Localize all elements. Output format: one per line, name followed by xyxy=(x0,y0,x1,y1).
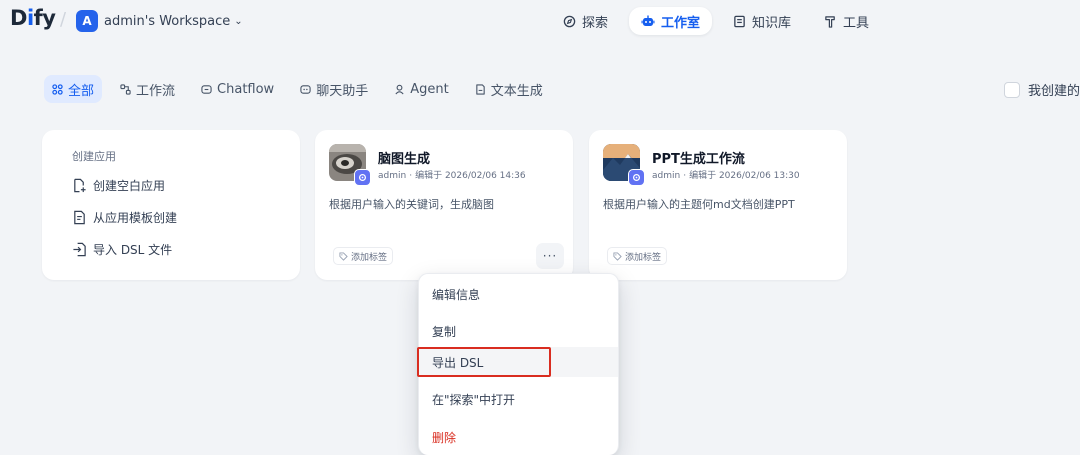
app-name: 脑图生成 xyxy=(378,152,431,167)
nav-studio[interactable]: 工作室 xyxy=(629,7,713,35)
more-horizontal-icon: ··· xyxy=(542,249,558,263)
app-description: 根据用户输入的主题何md文档创建PPT xyxy=(603,198,795,211)
app-description: 根据用户输入的关键词，生成脑图 xyxy=(329,198,494,211)
workflow-badge-icon xyxy=(354,169,371,186)
file-plus-icon xyxy=(74,178,86,192)
app-context-menu: 编辑信息 复制 导出 DSL 在"探索"中打开 删除 xyxy=(418,273,619,455)
document-icon xyxy=(475,83,485,95)
created-by-me-filter[interactable]: 我创建的 xyxy=(1004,80,1080,99)
tab-agent[interactable]: Agent xyxy=(386,75,456,103)
chat-flow-icon xyxy=(201,84,212,94)
create-blank-app-button[interactable]: 创建空白应用 xyxy=(72,176,300,194)
menu-item-duplicate[interactable]: 复制 xyxy=(419,316,618,346)
compass-icon xyxy=(563,15,576,27)
menu-item-edit-info[interactable]: 编辑信息 xyxy=(419,279,618,309)
app-card[interactable]: PPT生成工作流 admin · 编辑于 2026/02/06 13:30 根据用户… xyxy=(589,130,847,280)
add-tag-button[interactable]: 添加标签 xyxy=(607,247,668,265)
app-type-filter: 全部 工作流 Chatflow 聊天助手 Agent 文本生成 xyxy=(44,75,561,103)
agent-icon xyxy=(395,84,404,94)
workflow-badge-icon xyxy=(628,169,645,186)
menu-item-delete[interactable]: 删除 xyxy=(419,422,618,452)
grid-icon xyxy=(52,83,63,95)
create-from-template-button[interactable]: 从应用模板创建 xyxy=(72,208,300,226)
tab-chatflow[interactable]: Chatflow xyxy=(193,75,282,103)
created-by-me-checkbox[interactable] xyxy=(1004,81,1020,98)
breadcrumb-separator: / xyxy=(60,9,67,30)
app-card[interactable]: 脑图生成 admin · 编辑于 2026/02/06 14:36 根据用户输入的关… xyxy=(315,130,573,280)
menu-item-open-in-explore[interactable]: 在"探索"中打开 xyxy=(419,384,618,414)
app-icon xyxy=(603,144,645,186)
app-name: PPT生成工作流 xyxy=(652,152,745,167)
workspace-avatar: A xyxy=(76,10,98,32)
tab-completion[interactable]: 文本生成 xyxy=(467,75,551,103)
chat-bubble-icon xyxy=(300,84,311,94)
more-options-button[interactable]: ··· xyxy=(536,243,564,269)
add-tag-button[interactable]: 添加标签 xyxy=(333,247,394,265)
hammer-icon xyxy=(825,15,835,28)
create-app-card: 创建应用 创建空白应用 从应用模板创建 导入 DSL 文件 xyxy=(42,130,300,280)
app-meta: admin · 编辑于 2026/02/06 13:30 xyxy=(652,171,800,181)
book-icon xyxy=(734,15,745,27)
nav-tools[interactable]: 工具 xyxy=(824,7,869,35)
tag-icon xyxy=(339,251,348,261)
import-file-icon xyxy=(73,242,86,256)
app-meta: admin · 编辑于 2026/02/06 14:36 xyxy=(378,171,526,181)
tag-icon xyxy=(613,251,622,261)
chevron-down-icon: ⌄ xyxy=(234,15,243,27)
tab-all[interactable]: 全部 xyxy=(44,75,103,103)
menu-item-export-dsl[interactable]: 导出 DSL xyxy=(419,347,618,377)
workflow-icon xyxy=(120,83,131,95)
dify-logo[interactable]: Dify xyxy=(10,6,56,30)
workspace-name: admin's Workspace xyxy=(104,13,231,29)
tab-workflow[interactable]: 工作流 xyxy=(112,75,183,103)
tab-chatbot[interactable]: 聊天助手 xyxy=(292,75,376,103)
app-icon xyxy=(329,144,371,186)
robot-icon xyxy=(641,15,655,26)
template-icon xyxy=(74,210,85,224)
top-bar: Dify / A admin's Workspace ⌄ 探索 工作室 知识库 xyxy=(0,0,1080,42)
workspace-switcher[interactable]: A admin's Workspace ⌄ xyxy=(76,9,243,33)
nav-explore[interactable]: 探索 xyxy=(563,7,608,35)
nav-knowledge[interactable]: 知识库 xyxy=(733,7,791,35)
create-app-title: 创建应用 xyxy=(72,150,116,163)
import-dsl-button[interactable]: 导入 DSL 文件 xyxy=(72,240,300,258)
